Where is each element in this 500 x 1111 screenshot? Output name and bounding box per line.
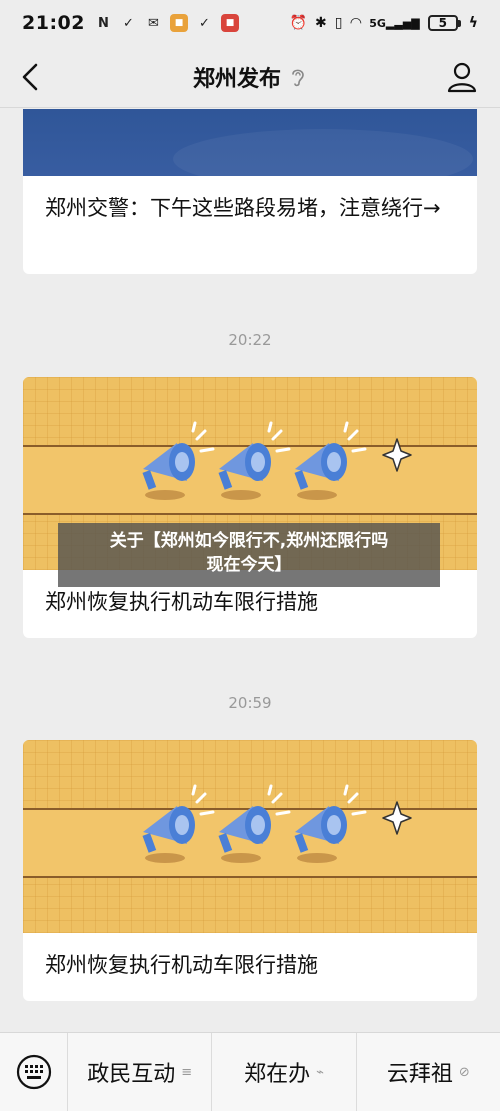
message-timestamp: 20:22 (228, 331, 272, 349)
app-icon: ■ (220, 14, 239, 32)
keyboard-icon (16, 1054, 51, 1090)
app-notification-icon: ✓ (199, 15, 210, 31)
wifi-icon: ◠ (350, 15, 362, 31)
notification-icons: N ✓ ✉ ■ ✓ ■ (95, 14, 239, 32)
article-cover-image (23, 740, 477, 933)
battery-level: 5 (427, 15, 458, 31)
app-icon: ■ (169, 14, 188, 32)
status-time: 21:02 (22, 12, 85, 34)
megaphone-icon (142, 784, 412, 863)
overlay-caption-line: 关于【郑州如今限行不,郑州还限行吗 (109, 531, 389, 551)
menu-item-yun-bai-zu[interactable]: 云拜祖 ⊘ (357, 1033, 500, 1111)
mini-program-icon: ⊘ (458, 1064, 470, 1080)
menu-item-label: 郑在办 (244, 1062, 311, 1087)
sparkle-icon (382, 438, 412, 472)
message-timestamp: 20:59 (228, 694, 272, 712)
cellular-signal-icon: 5G▂▃▅▇ (369, 16, 420, 30)
nav-title-group: 郑州发布 (0, 46, 500, 108)
article-card[interactable]: 郑州恢复执行机动车限行措施 (23, 740, 477, 1001)
bottom-menu-bar: 政民互动 ≡ 郑在办 ⌁ 云拜祖 ⊘ (0, 1032, 500, 1111)
overlay-caption-line: 现在今天】 (206, 555, 292, 575)
sparkle-icon (382, 801, 412, 835)
article-card[interactable]: 郑州恢复执行机动车限行措施 (23, 377, 477, 638)
menu-item-label: 政民互动 (87, 1062, 176, 1087)
link-icon: ⌁ (316, 1064, 324, 1080)
overlay-caption: 关于【郑州如今限行不,郑州还限行吗 现在今天】 (58, 523, 440, 587)
battery-icon: 5 (427, 15, 461, 31)
article-card[interactable]: 郑州交警：下午这些路段易堵，注意绕行→ (23, 109, 477, 274)
megaphone-icon (142, 421, 412, 500)
network-type: 5G (369, 16, 386, 30)
app-notification-icon: ✓ (123, 15, 134, 31)
article-cover-image (23, 109, 477, 189)
system-indicators: ⏰ ✱ ▯ ◠ 5G▂▃▅▇ 5 ϟ (290, 15, 478, 31)
keyboard-toggle-button[interactable] (0, 1032, 68, 1111)
nfc-icon: N (98, 15, 109, 31)
nav-bar: 郑州发布 (0, 46, 500, 108)
menu-item-zhengmin-hudong[interactable]: 政民互动 ≡ (68, 1032, 213, 1111)
vibrate-icon: ▯ (334, 15, 343, 31)
bluetooth-icon: ✱ (314, 15, 327, 31)
charging-icon: ϟ (468, 15, 478, 31)
article-title: 郑州恢复执行机动车限行措施 (45, 953, 318, 977)
page-title: 郑州发布 (192, 67, 281, 92)
status-bar: 21:02 N ✓ ✉ ■ ✓ ■ ⏰ ✱ ▯ ◠ 5G▂▃▅▇ 5 ϟ (0, 0, 500, 46)
menu-item-label: 云拜祖 (386, 1062, 453, 1087)
alarm-icon: ⏰ (289, 15, 307, 31)
submenu-icon: ≡ (181, 1064, 193, 1080)
profile-icon[interactable] (446, 60, 478, 94)
wechat-icon: ✉ (148, 15, 159, 31)
ear-icon[interactable] (289, 66, 307, 88)
menu-item-zheng-zai-ban[interactable]: 郑在办 ⌁ (212, 1032, 357, 1111)
